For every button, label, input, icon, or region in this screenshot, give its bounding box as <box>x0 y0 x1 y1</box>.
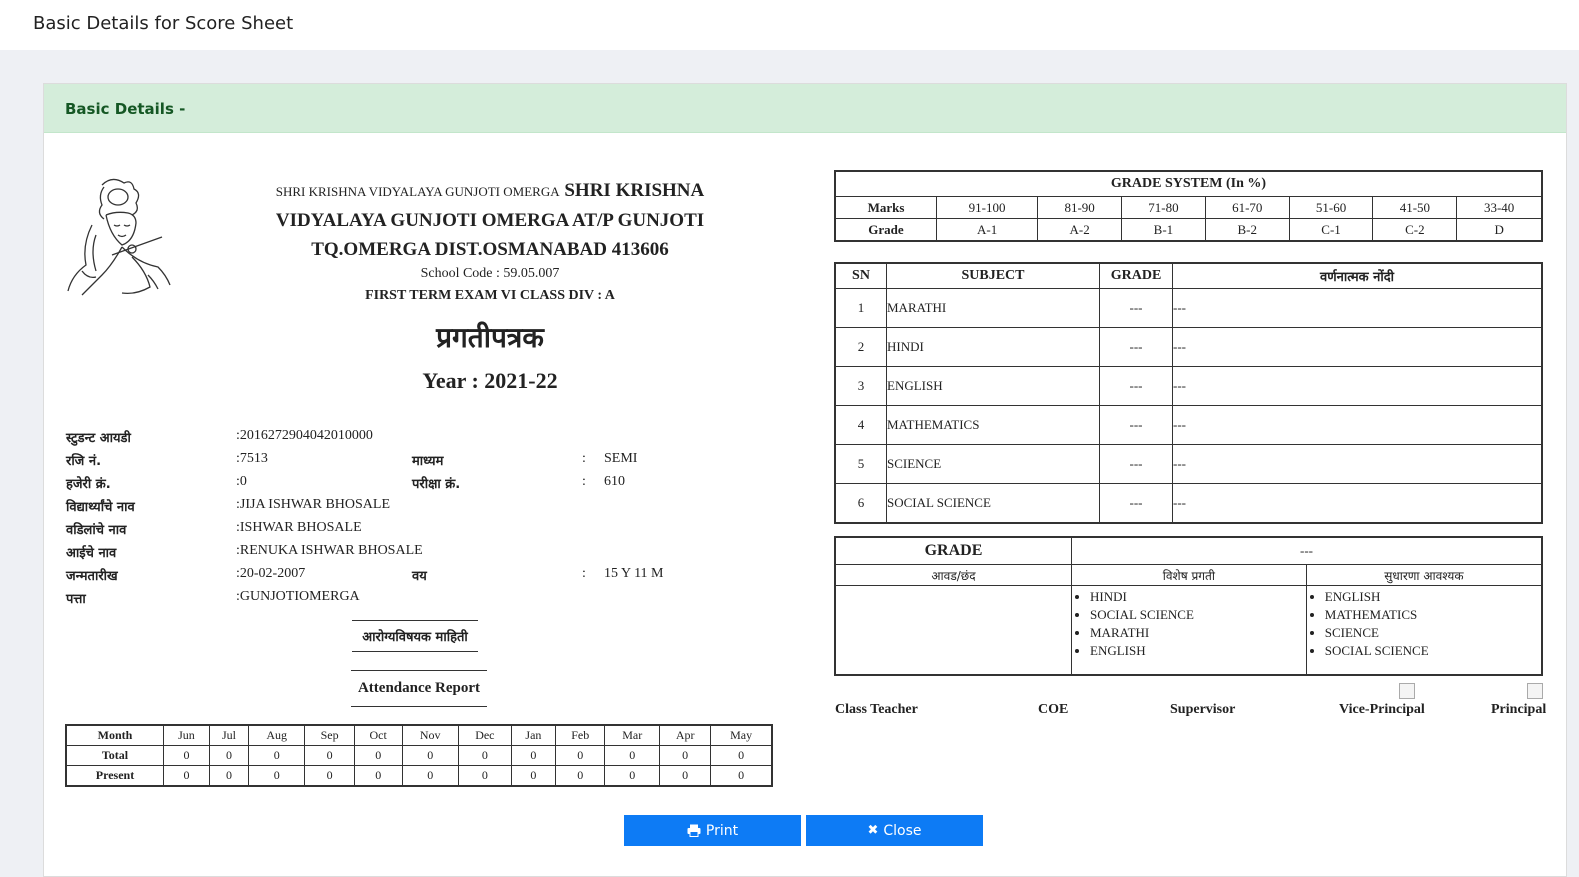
attendance-report-heading: Attendance Report <box>351 670 487 707</box>
top-bar: Basic Details for Score Sheet <box>0 0 1579 50</box>
close-icon: ✖ <box>867 823 879 838</box>
overall-grade-label: GRADE <box>834 536 1072 565</box>
exam-title: FIRST TERM EXAM VI CLASS DIV : A <box>365 288 615 303</box>
table-row: 4 MATHEMATICS --- --- <box>834 405 1543 445</box>
school-address-line: VIDYALAYA GUNJOTI OMERGA AT/P GUNJOTI <box>275 210 705 231</box>
print-button[interactable]: Print <box>624 815 801 846</box>
list-item: SOCIAL SCIENCE <box>1325 642 1541 660</box>
table-row: 2 HINDI --- --- <box>834 327 1543 367</box>
school-name-big: SHRI KRISHNA <box>564 180 705 201</box>
special-progress-heading: विशेष प्रगती <box>1071 564 1307 586</box>
hobbies-heading: आवड/छंद <box>834 564 1072 586</box>
attendance-table: Month Jun Jul Aug Sep Oct Nov Dec Jan Fe… <box>65 724 773 787</box>
special-progress-cell: HINDI SOCIAL SCIENCE MARATHI ENGLISH <box>1071 585 1307 676</box>
principal-signature: Principal <box>1491 702 1547 717</box>
attendance-present-row: Present 0 0 0 0 0 0 0 0 0 0 0 0 <box>65 765 773 787</box>
grade-system-title: GRADE SYSTEM (In %) <box>834 170 1543 197</box>
table-row: 1 MARATHI --- --- <box>834 288 1543 328</box>
school-name-small: SHRI KRISHNA VIDYALAYA GUNJOTI OMERGA <box>275 184 560 199</box>
card-header-title: Basic Details - <box>65 100 186 118</box>
print-button-label: Print <box>705 822 739 839</box>
close-button[interactable]: ✖ Close <box>806 815 983 846</box>
hobbies-cell <box>834 585 1072 676</box>
school-header: SHRI KRISHNA VIDYALAYA GUNJOTI OMERGA SH… <box>240 176 740 394</box>
attendance-total-row: Total 0 0 0 0 0 0 0 0 0 0 0 0 <box>65 745 773 766</box>
coe-signature: COE <box>1038 702 1069 717</box>
grade-marks-row: Marks 91-100 81-90 71-80 61-70 51-60 41-… <box>834 196 1543 219</box>
grade-summary-table: GRADE --- आवड/छंद विशेष प्रगती सुधारणा आ… <box>834 536 1543 676</box>
table-row: 5 SCIENCE --- --- <box>834 444 1543 484</box>
subject-table-header: SN SUBJECT GRADE वर्णनात्मक नोंदी <box>834 262 1543 289</box>
close-button-label: Close <box>883 822 922 839</box>
academic-year: Year : 2021-22 <box>422 368 558 393</box>
school-logo-icon <box>67 178 171 296</box>
principal-signature-image-icon <box>1527 683 1543 699</box>
supervisor-signature: Supervisor <box>1170 702 1236 717</box>
vice-principal-signature-image-icon <box>1399 683 1415 699</box>
school-code: School Code : 59.05.007 <box>420 266 560 281</box>
school-district-line: TQ.OMERGA DIST.OSMANABAD 413606 <box>311 239 669 260</box>
list-item: ENGLISH <box>1325 588 1541 606</box>
needs-improvement-heading: सुधारणा आवश्यक <box>1305 564 1543 586</box>
grade-system-table: GRADE SYSTEM (In %) Marks 91-100 81-90 7… <box>834 170 1543 242</box>
grade-letter-row: Grade A-1 A-2 B-1 B-2 C-1 C-2 D <box>834 218 1543 242</box>
subject-grades-table: SN SUBJECT GRADE वर्णनात्मक नोंदी 1 MARA… <box>834 262 1543 524</box>
list-item: SOCIAL SCIENCE <box>1090 606 1306 624</box>
table-row: 6 SOCIAL SCIENCE --- --- <box>834 483 1543 524</box>
overall-grade-value: --- <box>1071 536 1543 565</box>
card-header: Basic Details - <box>44 84 1566 133</box>
attendance-month-row: Month Jun Jul Aug Sep Oct Nov Dec Jan Fe… <box>65 724 773 746</box>
needs-improvement-cell: ENGLISH MATHEMATICS SCIENCE SOCIAL SCIEN… <box>1305 585 1543 676</box>
report-title: प्रगतीपत्रक <box>436 321 544 354</box>
vice-principal-signature: Vice-Principal <box>1339 702 1425 717</box>
list-item: MARATHI <box>1090 624 1306 642</box>
list-item: MATHEMATICS <box>1325 606 1541 624</box>
print-icon <box>687 824 701 837</box>
health-info-heading: आरोग्यविषयक माहिती <box>352 620 478 652</box>
list-item: HINDI <box>1090 588 1306 606</box>
table-row: 3 ENGLISH --- --- <box>834 366 1543 406</box>
page-title: Basic Details for Score Sheet <box>33 13 294 34</box>
list-item: SCIENCE <box>1325 624 1541 642</box>
class-teacher-signature: Class Teacher <box>835 702 918 717</box>
list-item: ENGLISH <box>1090 642 1306 660</box>
